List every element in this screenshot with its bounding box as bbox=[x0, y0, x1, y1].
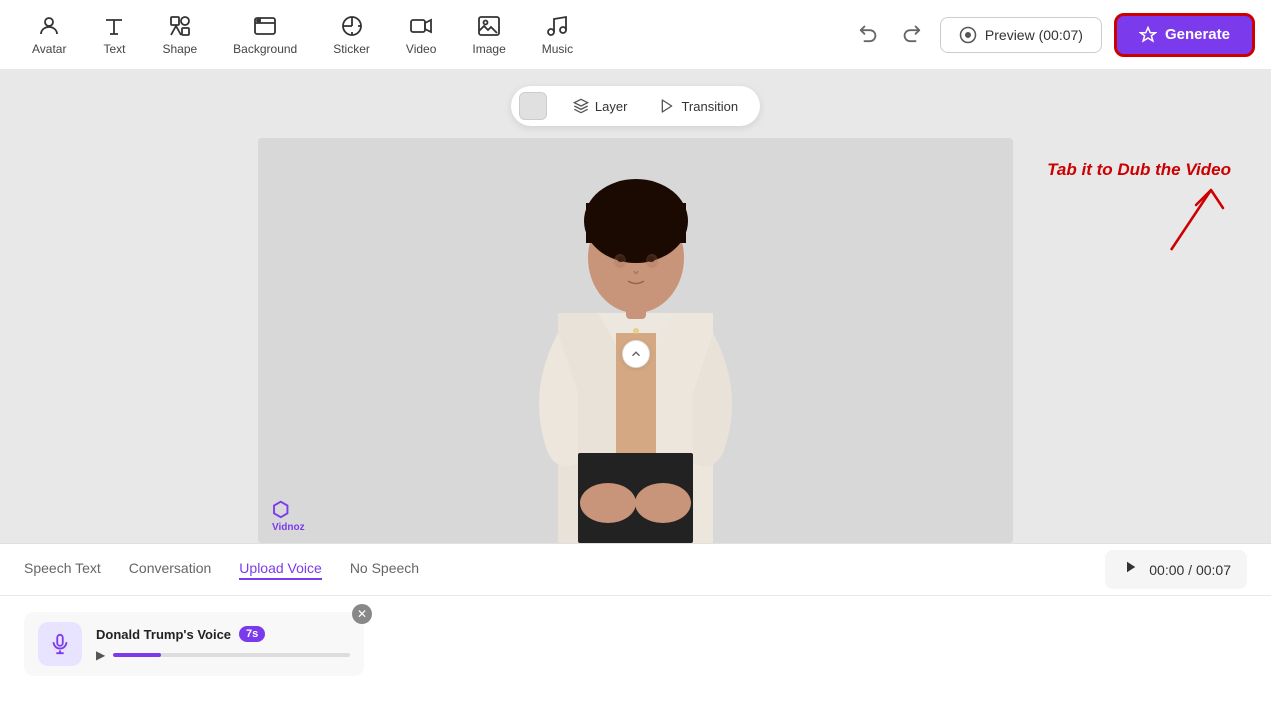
undo-redo-group bbox=[852, 15, 928, 55]
layer-bar: Layer Transition bbox=[511, 86, 760, 126]
avatar-label: Avatar bbox=[32, 42, 66, 56]
canvas-area: Layer Transition bbox=[0, 70, 1271, 543]
music-icon bbox=[545, 14, 569, 38]
toolbar-item-text[interactable]: Text bbox=[86, 8, 142, 62]
tab-conversation[interactable]: Conversation bbox=[129, 560, 212, 580]
voice-icon bbox=[38, 622, 82, 666]
layer-label: Layer bbox=[595, 99, 628, 114]
toolbar: Avatar Text Shape bbox=[0, 0, 1271, 70]
voice-mini-play[interactable]: ▶ bbox=[96, 648, 105, 662]
voice-info: Donald Trump's Voice 7s ▶ bbox=[96, 626, 350, 662]
undo-button[interactable] bbox=[852, 15, 886, 55]
text-icon bbox=[102, 14, 126, 38]
generate-button[interactable]: Generate bbox=[1114, 13, 1255, 57]
close-voice-button[interactable]: ✕ bbox=[352, 604, 372, 624]
toolbar-item-shape[interactable]: Shape bbox=[146, 8, 213, 62]
voice-item: Donald Trump's Voice 7s ▶ ✕ bbox=[24, 612, 364, 676]
sticker-label: Sticker bbox=[333, 42, 370, 56]
watermark-icon: ⬡ bbox=[272, 497, 289, 522]
voice-badge: 7s bbox=[239, 626, 265, 642]
image-icon bbox=[477, 14, 501, 38]
annotation-arrow-icon bbox=[1151, 180, 1231, 260]
bottom-tabs: Speech Text Conversation Upload Voice No… bbox=[0, 544, 1271, 596]
text-label: Text bbox=[103, 42, 125, 56]
preview-button[interactable]: Preview (00:07) bbox=[940, 17, 1102, 53]
bottom-content: Donald Trump's Voice 7s ▶ ✕ bbox=[0, 596, 1271, 692]
transition-label: Transition bbox=[681, 99, 738, 114]
voice-progress-row: ▶ bbox=[96, 648, 350, 662]
generate-label: Generate bbox=[1165, 26, 1230, 43]
music-label: Music bbox=[542, 42, 573, 56]
background-icon bbox=[253, 14, 277, 38]
toolbar-item-video[interactable]: Video bbox=[390, 8, 452, 62]
layer-button[interactable]: Layer bbox=[559, 92, 642, 120]
tab-speech-text[interactable]: Speech Text bbox=[24, 560, 101, 580]
annotation-area: Tab it to Dub the Video bbox=[1047, 160, 1231, 260]
tab-no-speech[interactable]: No Speech bbox=[350, 560, 419, 580]
transition-button[interactable]: Transition bbox=[645, 92, 752, 120]
color-swatch[interactable] bbox=[519, 92, 547, 120]
time-display: 00:00 / 00:07 bbox=[1149, 562, 1231, 578]
play-button[interactable] bbox=[1121, 558, 1139, 581]
voice-progress-fill bbox=[113, 653, 160, 657]
main-content: Layer Transition bbox=[0, 70, 1271, 543]
playback-control: 00:00 / 00:07 bbox=[1105, 550, 1247, 589]
redo-button[interactable] bbox=[894, 15, 928, 55]
annotation-text: Tab it to Dub the Video bbox=[1047, 160, 1231, 180]
avatar-icon bbox=[37, 14, 61, 38]
voice-name-row: Donald Trump's Voice 7s bbox=[96, 626, 350, 642]
video-label: Video bbox=[406, 42, 436, 56]
bottom-panel: Speech Text Conversation Upload Voice No… bbox=[0, 543, 1271, 718]
background-label: Background bbox=[233, 42, 297, 56]
toolbar-item-avatar[interactable]: Avatar bbox=[16, 8, 82, 62]
toolbar-items: Avatar Text Shape bbox=[16, 8, 844, 62]
image-label: Image bbox=[472, 42, 505, 56]
preview-label: Preview (00:07) bbox=[985, 27, 1083, 43]
tab-upload-voice[interactable]: Upload Voice bbox=[239, 560, 322, 580]
toolbar-item-sticker[interactable]: Sticker bbox=[317, 8, 386, 62]
video-icon bbox=[409, 14, 433, 38]
sticker-icon bbox=[340, 14, 364, 38]
toolbar-right: Preview (00:07) Generate bbox=[852, 13, 1255, 57]
shape-icon bbox=[168, 14, 192, 38]
toolbar-item-image[interactable]: Image bbox=[456, 8, 521, 62]
voice-name: Donald Trump's Voice bbox=[96, 627, 231, 642]
watermark-text: Vidnoz bbox=[272, 522, 305, 533]
shape-label: Shape bbox=[162, 42, 197, 56]
toolbar-item-background[interactable]: Background bbox=[217, 8, 313, 62]
watermark: ⬡ Vidnoz bbox=[272, 497, 305, 533]
toolbar-item-music[interactable]: Music bbox=[526, 8, 589, 62]
voice-progress-bar bbox=[113, 653, 350, 657]
collapse-button[interactable] bbox=[622, 340, 650, 368]
